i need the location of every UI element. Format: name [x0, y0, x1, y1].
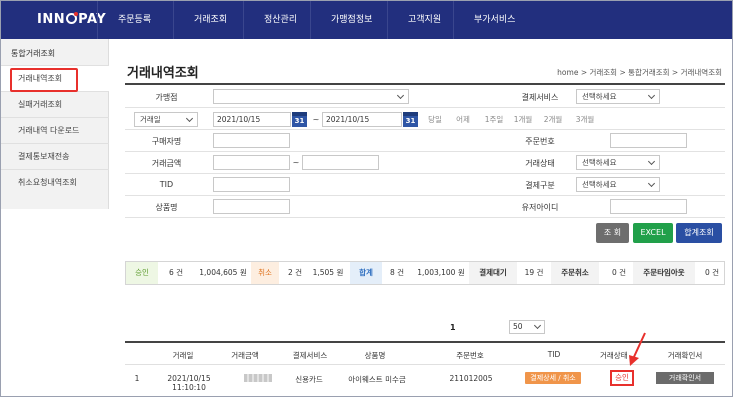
summary-total-count: 8 건 [389, 268, 405, 277]
summary-bar: 승인 6 건 1,004,605 원 취소 2 건 1,505 원 합계 8 건… [125, 261, 725, 285]
status-label: 거래상태 [525, 159, 555, 168]
sidebar-item-resend-notification[interactable]: 결제통보재전송 [1, 143, 109, 169]
search-button[interactable]: 조 회 [596, 223, 629, 243]
row-number: 1 [134, 374, 140, 383]
sidebar-item-download[interactable]: 거래내역 다운로드 [1, 117, 109, 143]
innopay-logo[interactable]: INN PAY [37, 12, 106, 27]
form-row-amount: 거래금액 ~ 거래상태 선택하세요 [125, 152, 725, 174]
product-input[interactable] [213, 199, 290, 214]
total-search-button[interactable]: 합계조회 [676, 223, 722, 243]
nav-transaction-inquiry[interactable]: 거래조회 [173, 1, 247, 39]
sidebar-title: 통합거래조회 [11, 49, 56, 58]
sidebar-item-cancel-requests[interactable]: 취소요청내역조회 [1, 169, 109, 195]
tid-input[interactable] [213, 177, 290, 192]
col-header-tid: TID [547, 350, 561, 359]
nav-customer-support[interactable]: 고객지원 [387, 1, 461, 39]
col-header-date: 거래일 [172, 351, 194, 360]
logo-circle-icon [66, 12, 79, 24]
amount-label: 거래금액 [151, 159, 182, 168]
sidebar-item-failed-transactions[interactable]: 실패거래조회 [1, 91, 109, 117]
summary-order-cancel-label: 주문취소 [551, 262, 599, 284]
calendar-to-icon[interactable]: 31 [403, 112, 418, 127]
page-size-select[interactable]: 50 [509, 320, 545, 334]
nav-merchant-info[interactable]: 가맹점정보 [310, 1, 392, 39]
row-amount-redacted [244, 374, 272, 382]
payment-detail-cancel-button[interactable]: 결제상세 / 취소 [525, 372, 581, 384]
summary-total-amount: 1,003,100 원 [417, 268, 465, 277]
range-3month[interactable]: 3개월 [571, 112, 599, 127]
current-page[interactable]: 1 [450, 323, 456, 332]
range-1week[interactable]: 1주일 [480, 112, 508, 127]
summary-pending-label: 결제대기 [469, 262, 517, 284]
amount-separator: ~ [292, 158, 300, 167]
row-order-no: 211012005 [449, 374, 493, 383]
amount-from-input[interactable] [213, 155, 290, 170]
order-no-input[interactable] [610, 133, 687, 148]
amount-to-input[interactable] [302, 155, 379, 170]
page-title: 거래내역조회 [127, 66, 199, 81]
merchant-label: 가맹점 [155, 93, 178, 102]
form-row-date: 거래일 2021/10/15 31 ~ 2021/10/15 31 당일 어제 … [125, 108, 725, 130]
col-header-product: 상품명 [364, 351, 386, 360]
range-today[interactable]: 당일 [423, 112, 447, 127]
payment-service-select[interactable]: 선택하세요 [576, 89, 660, 104]
summary-approve-amount: 1,004,605 원 [199, 268, 247, 277]
range-1month[interactable]: 1개월 [509, 112, 537, 127]
receipt-button[interactable]: 거래확인서 [656, 372, 714, 384]
user-id-label: 유저아이디 [521, 203, 559, 212]
tid-label: TID [159, 180, 174, 189]
col-header-receipt: 거래확인서 [667, 351, 703, 360]
row-status-approved: 승인 [610, 370, 634, 386]
sidebar: 통합거래조회 거래내역조회 실패거래조회 거래내역 다운로드 결제통보재전송 취… [1, 39, 109, 209]
form-row-buyer: 구매자명 주문번호 [125, 130, 725, 152]
nav-additional-services[interactable]: 부가서비스 [453, 1, 535, 39]
top-navigation: INN PAY 주문등록 거래조회 정산관리 가맹점정보 고객지원 부가서비스 [1, 1, 732, 39]
title-divider [125, 83, 725, 85]
summary-total-label: 합계 [350, 262, 382, 284]
summary-order-cancel-count: 0 건 [611, 268, 627, 277]
col-header-amount: 거래금액 [231, 351, 259, 360]
summary-pending-count: 19 건 [524, 268, 544, 277]
form-row-product: 상품명 유저아이디 [125, 196, 725, 218]
date-from-input[interactable]: 2021/10/15 [213, 112, 291, 127]
annotation-arrow-icon [629, 332, 646, 366]
row-product: 아이웨스트 미수금 [348, 375, 406, 384]
summary-approve-count: 6 건 [168, 268, 184, 277]
pay-type-label: 결제구분 [525, 181, 555, 190]
payment-service-label: 결제서비스 [521, 93, 559, 102]
row-service: 신용카드 [295, 375, 323, 384]
order-no-label: 주문번호 [525, 137, 555, 146]
calendar-from-icon[interactable]: 31 [292, 112, 307, 127]
excel-button[interactable]: EXCEL [633, 223, 673, 243]
buyer-input[interactable] [213, 133, 290, 148]
nav-order-register[interactable]: 주문등록 [97, 1, 171, 39]
form-row-merchant: 가맹점 결제서비스 선택하세요 [125, 86, 725, 108]
product-label: 상품명 [155, 203, 178, 212]
user-id-input[interactable] [610, 199, 687, 214]
summary-approve-label: 승인 [126, 262, 158, 284]
pay-type-select[interactable]: 선택하세요 [576, 177, 660, 192]
col-header-service: 결제서비스 [292, 351, 328, 360]
col-header-order-no: 주문번호 [456, 351, 484, 360]
summary-cancel-amount: 1,505 원 [312, 268, 344, 277]
date-separator: ~ [312, 115, 320, 124]
summary-cancel-label: 취소 [251, 262, 279, 284]
form-row-tid: TID 결제구분 선택하세요 [125, 174, 725, 196]
range-2month[interactable]: 2개월 [539, 112, 567, 127]
date-to-input[interactable]: 2021/10/15 [322, 112, 402, 127]
row-date: 2021/10/15 11:10:10 [167, 374, 211, 392]
summary-cancel-count: 2 건 [287, 268, 303, 277]
status-select[interactable]: 선택하세요 [576, 155, 660, 170]
merchant-select[interactable] [213, 89, 409, 104]
range-yesterday[interactable]: 어제 [451, 112, 475, 127]
nav-settlement[interactable]: 정산관리 [243, 1, 317, 39]
summary-timeout-label: 주문타임아웃 [633, 262, 695, 284]
breadcrumb: home > 거래조회 > 통합거래조회 > 거래내역조회 [557, 68, 722, 77]
summary-timeout-count: 0 건 [704, 268, 720, 277]
buyer-label: 구매자명 [151, 137, 182, 146]
date-type-select[interactable]: 거래일 [134, 112, 198, 127]
highlight-box [10, 68, 78, 92]
